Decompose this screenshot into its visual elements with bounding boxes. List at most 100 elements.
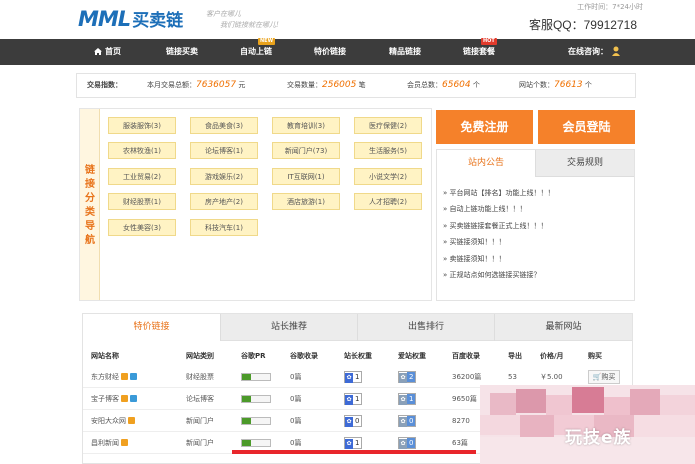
aizhan-icon: ✿: [399, 417, 407, 427]
nav-label: 首页: [105, 47, 121, 56]
verified-icon: [121, 395, 128, 402]
home-icon: [94, 48, 102, 55]
category-tag[interactable]: 农林牧渔(1): [108, 142, 176, 159]
pr-bar: [241, 417, 271, 425]
category-tag[interactable]: 服装服饰(3): [108, 117, 176, 134]
category-tag[interactable]: 小说文学(2): [354, 168, 422, 185]
weight-value: 1: [407, 394, 416, 404]
free-register-button[interactable]: 免费注册: [436, 110, 533, 144]
site-name[interactable]: 宝子博客: [91, 395, 119, 403]
site-name-cell[interactable]: 东方财经: [91, 366, 137, 388]
tab-newest-sites[interactable]: 最新网站: [494, 314, 632, 341]
category-cell: 论坛博客: [186, 395, 214, 403]
nav-item-link-trade[interactable]: 链接买卖: [166, 39, 198, 65]
buy-button[interactable]: 🛒购买: [588, 370, 620, 384]
chat-person-icon: [612, 46, 620, 56]
notice-item[interactable]: » 买卖链链接套餐正式上线！！！: [443, 218, 633, 234]
stat-unit: 笔: [358, 81, 366, 89]
pr-bar-fill: [242, 374, 251, 380]
weight-value: 2: [407, 372, 416, 382]
col-baidu-index: 百度收录: [452, 352, 480, 360]
category-tag[interactable]: 工业贸易(2): [108, 168, 176, 185]
notice-item[interactable]: » 买链接须知！！！: [443, 234, 633, 250]
category-tag[interactable]: 教育培训(3): [272, 117, 340, 134]
notice-item[interactable]: » 卖链接须知！！！: [443, 251, 633, 267]
notice-panel: 站内公告 交易规则 » 平台网站【排名】功能上线！！！ » 自动上链功能上线！！…: [436, 149, 635, 301]
nav-item-online-consult[interactable]: 在线咨询：: [568, 39, 621, 65]
pr-bar: [241, 373, 271, 381]
category-tag[interactable]: 医疗保健(2): [354, 117, 422, 134]
red-underline: [232, 450, 476, 454]
col-google-pr: 谷歌PR: [241, 352, 266, 360]
category-tag[interactable]: 酒店旅游(1): [272, 193, 340, 210]
google-index-cell: 0篇: [290, 395, 302, 403]
nav-item-home[interactable]: 首页: [94, 39, 121, 65]
pr-bar-fill: [242, 440, 251, 446]
nav-item-special-links[interactable]: 特价链接: [314, 39, 346, 65]
verified-icon: [121, 439, 128, 446]
category-tag[interactable]: 新闻门户(73): [272, 142, 340, 159]
stat-unit: 个: [472, 81, 480, 89]
tab-sales-ranking[interactable]: 出售排行: [357, 314, 494, 341]
col-outbound: 导出: [508, 352, 522, 360]
notice-item[interactable]: » 平台网站【排名】功能上线！！！: [443, 185, 633, 201]
tab-webmaster-recommend[interactable]: 站长推荐: [220, 314, 357, 341]
nav-label: 链接买卖: [166, 47, 198, 56]
notice-item[interactable]: » 自动上链功能上线！！！: [443, 201, 633, 217]
stats-heading: 交易指数：: [87, 81, 122, 89]
nav-item-link-packages[interactable]: 链接套餐 HOT: [463, 38, 497, 65]
notice-item[interactable]: » 正规站点如何选链接买链接？: [443, 267, 633, 283]
col-category: 网站类别: [186, 352, 214, 360]
pr-bar-fill: [242, 418, 251, 424]
col-aizhan-weight: 爱站权重: [398, 352, 426, 360]
webmaster-weight-badge: ✿ 0: [344, 415, 363, 427]
site-logo[interactable]: MML 买卖链: [78, 6, 183, 32]
nav-label: 特价链接: [314, 47, 346, 56]
tab-site-notice[interactable]: 站内公告: [437, 150, 535, 177]
member-login-button[interactable]: 会员登陆: [538, 110, 635, 144]
watermark-text: 玩技e族: [565, 428, 632, 448]
category-tag[interactable]: 人才招聘(2): [354, 193, 422, 210]
category-tag[interactable]: IT互联网(1): [272, 168, 340, 185]
category-cell: 新闻门户: [186, 439, 214, 447]
tab-special-links[interactable]: 特价链接: [83, 314, 220, 342]
site-name-cell[interactable]: 安阳大众网: [91, 410, 135, 432]
nav-item-auto-link[interactable]: 自动上链 NEW: [240, 38, 276, 65]
paw-icon: ✿: [345, 373, 353, 383]
listing-tabs: 特价链接 站长推荐 出售排行 最新网站: [83, 314, 632, 342]
category-tag[interactable]: 论坛博客(1): [190, 142, 258, 159]
site-name-cell[interactable]: 宝子博客: [91, 388, 137, 410]
stat-trade-count: 交易数量：256005 笔: [287, 74, 366, 97]
buy-label: 购买: [601, 373, 616, 381]
baidu-index-cell: 36200篇: [452, 373, 482, 381]
paw-icon: ✿: [345, 439, 353, 449]
stat-unit: 元: [238, 81, 246, 89]
site-name[interactable]: 昌利新闻: [91, 439, 119, 447]
vip-icon: [130, 395, 137, 402]
stat-site-count: 网站个数：76613 个: [519, 74, 592, 97]
category-tag[interactable]: 游戏娱乐(2): [190, 168, 258, 185]
category-tag[interactable]: 科技汽车(1): [190, 219, 258, 236]
tab-trade-rules[interactable]: 交易规则: [535, 150, 634, 177]
google-index-cell: 0篇: [290, 373, 302, 381]
site-header: MML 买卖链 客户在哪儿 我们链接就在哪儿! 工作时间：7*24小时 客服QQ…: [0, 0, 695, 38]
nav-item-premium-links[interactable]: 精品链接: [389, 39, 421, 65]
category-tag[interactable]: 房产地产(2): [190, 193, 258, 210]
site-name-cell[interactable]: 昌利新闻: [91, 432, 128, 454]
site-name[interactable]: 安阳大众网: [91, 417, 126, 425]
weight-value: 0: [355, 417, 360, 425]
category-tag[interactable]: 女性美容(3): [108, 219, 176, 236]
weight-value: 1: [355, 439, 360, 447]
aizhan-weight-badge: ✿ 0: [398, 415, 417, 427]
site-name[interactable]: 东方财经: [91, 373, 119, 381]
category-tag[interactable]: 财经股票(1): [108, 193, 176, 210]
pr-bar-fill: [242, 396, 251, 402]
category-side-title: 链接分类导航: [80, 109, 100, 300]
stat-monthly-total: 本月交易总额：7636057 元: [147, 74, 245, 97]
col-google-index: 谷歌收录: [290, 352, 318, 360]
category-tag[interactable]: 生活服务(5): [354, 142, 422, 159]
col-site-name: 网站名称: [91, 352, 119, 360]
paw-icon: ✿: [345, 395, 353, 405]
category-tag[interactable]: 食品美食(3): [190, 117, 258, 134]
weight-value: 1: [355, 395, 360, 403]
